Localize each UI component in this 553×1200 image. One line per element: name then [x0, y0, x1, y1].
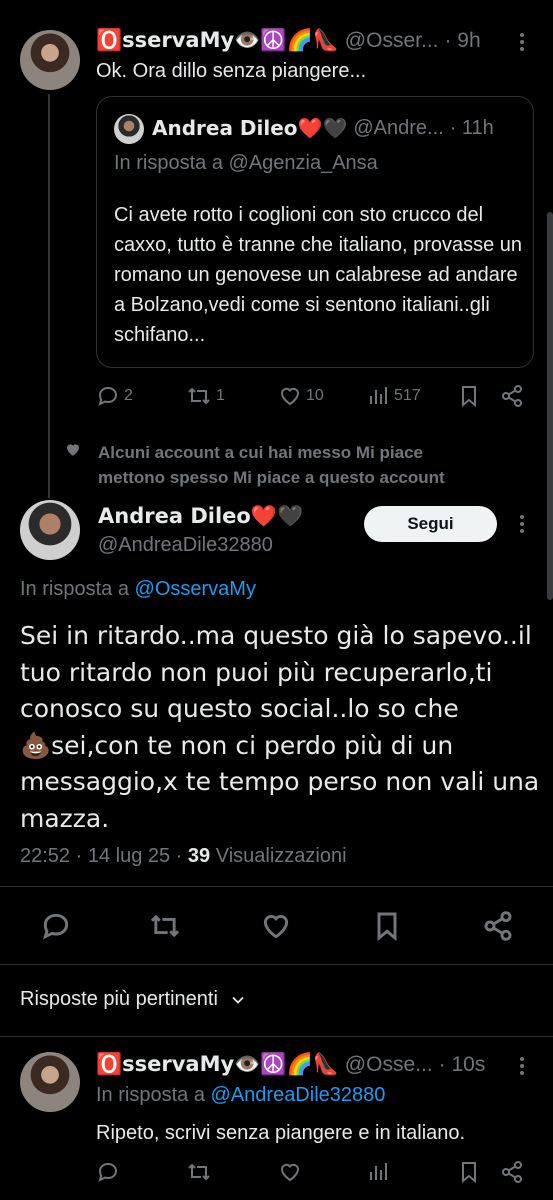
reply-tweet-header: 🅾️sservaMy👁️☮️🌈👠 @Osse... · 10s [96, 1052, 485, 1077]
retweet-icon [150, 914, 180, 938]
bookmark-icon [377, 912, 397, 942]
timestamp[interactable]: · 9h [444, 29, 480, 53]
social-context: Alcuni account a cui hai messo Mi piace … [98, 440, 445, 490]
quoted-tweet-text: Ci avete rotto i coglioni con sto crucco… [114, 204, 523, 346]
retweet-button[interactable] [186, 1160, 212, 1184]
reply-icon [98, 386, 118, 406]
heart-icon [280, 1163, 300, 1182]
quoted-tweet-header: Andrea Dileo❤️🖤 @Andre... · 11h [152, 116, 494, 140]
like-button[interactable] [278, 1160, 302, 1184]
views-count: 39 [187, 845, 211, 867]
text-line: 💩sei,con te non ci perdo più di un [20, 730, 454, 760]
share-button[interactable] [500, 1160, 524, 1184]
main-handle[interactable]: @AndreaDile32880 [98, 534, 273, 557]
thread-line [48, 94, 50, 498]
quoted-display-name: Andrea Dileo❤️🖤 [152, 116, 348, 140]
heart-icon [263, 914, 289, 939]
reply-button[interactable] [40, 910, 72, 942]
reply-icon [42, 913, 69, 940]
parent-tweet-header: 🅾️sservaMy👁️☮️🌈👠 @Osser... · 9h [96, 28, 481, 53]
retweet-icon [188, 387, 210, 405]
text-line: messaggio,x te tempo perso non vali una [20, 767, 540, 796]
heart-icon [64, 440, 82, 458]
quoted-avatar [114, 114, 144, 144]
reply-context: In risposta a @AndreaDile32880 [96, 1084, 385, 1107]
main-display-name[interactable]: Andrea Dileo❤️🖤 [98, 504, 303, 529]
tweet-text: Ok. Ora dillo senza piangere... [96, 60, 367, 82]
share-button[interactable] [482, 910, 514, 942]
timestamp[interactable]: 22:52 · 14 lug 25 · [20, 845, 182, 867]
share-icon [502, 1161, 522, 1183]
share-icon [484, 911, 512, 941]
sort-label: Risposte più pertinenti [20, 988, 218, 1010]
bookmark-button[interactable] [372, 910, 402, 942]
share-icon [502, 385, 522, 407]
text-line: conosco su questo social..lo so che [20, 694, 459, 723]
reply-to-handle[interactable]: @AndreaDile32880 [211, 1084, 386, 1106]
divider [0, 1036, 553, 1037]
bookmark-button[interactable] [458, 384, 480, 408]
text-line: Sei in ritardo..ma questo già lo sapevo.… [20, 621, 532, 650]
reply-to-handle: @Agenzia_Ansa [228, 152, 378, 174]
heart-icon [280, 387, 300, 406]
handle[interactable]: @Osse... [345, 1053, 433, 1077]
main-tweet-text: Sei in ritardo..ma questo già lo sapevo.… [20, 618, 545, 837]
views-button[interactable] [366, 1160, 390, 1184]
text-line: mazza. [20, 803, 110, 833]
more-icon[interactable] [512, 512, 532, 536]
reply-to-prefix: In risposta a [114, 152, 223, 174]
reply-tweet-text: Ripeto, scrivi senza piangere e in itali… [96, 1122, 466, 1144]
reply-to-prefix: In risposta a [20, 578, 129, 600]
retweet-button[interactable] [148, 910, 182, 942]
bookmark-icon [462, 1162, 476, 1184]
scrollbar[interactable] [547, 212, 553, 600]
divider [0, 964, 553, 965]
display-name[interactable]: 🅾️sservaMy👁️☮️🌈👠 [96, 1052, 339, 1077]
reply-avatar[interactable] [20, 1052, 80, 1112]
quoted-reply-context: In risposta a @Agenzia_Ansa [114, 152, 378, 175]
retweet-button[interactable]: 1 [186, 384, 225, 408]
quoted-handle: @Andre... [353, 116, 444, 139]
views-count: 517 [394, 387, 421, 404]
follow-button[interactable]: Segui [364, 506, 497, 542]
views-button[interactable]: 517 [366, 384, 421, 408]
reply-icon [98, 1162, 118, 1182]
like-button[interactable]: 10 [278, 384, 324, 408]
social-context-line: Alcuni account a cui hai messo Mi piace [98, 443, 423, 462]
like-count: 10 [306, 387, 324, 404]
more-icon[interactable] [512, 30, 532, 54]
reply-button[interactable] [96, 1160, 120, 1184]
bookmark-icon [462, 386, 476, 408]
retweet-count: 1 [216, 387, 225, 404]
text-line: tuo ritardo non puoi più recuperarlo,ti [20, 657, 493, 687]
views-icon [370, 387, 387, 404]
like-button[interactable] [260, 910, 292, 942]
handle[interactable]: @Osser... [345, 29, 439, 53]
share-button[interactable] [500, 384, 524, 408]
views-icon [370, 1163, 387, 1180]
reply-button[interactable]: 2 [96, 384, 133, 408]
reply-count: 2 [124, 387, 133, 404]
quoted-timestamp: · 11h [449, 116, 494, 139]
main-avatar[interactable] [20, 500, 80, 560]
timestamp[interactable]: · 10s [439, 1053, 486, 1077]
reply-context: In risposta a @OsservaMy [20, 578, 256, 601]
bookmark-button[interactable] [458, 1160, 480, 1184]
replies-sort-dropdown[interactable]: Risposte più pertinenti [20, 988, 248, 1011]
display-name[interactable]: 🅾️sservaMy👁️☮️🌈👠 [96, 28, 339, 53]
chevron-down-icon [232, 996, 244, 1004]
divider [0, 886, 553, 887]
tweet-meta: 22:52 · 14 lug 25 · 39 Visualizzazioni [20, 845, 347, 868]
reply-to-prefix: In risposta a [96, 1084, 205, 1106]
retweet-icon [188, 1163, 210, 1181]
avatar[interactable] [20, 30, 80, 90]
views-label: Visualizzazioni [215, 845, 347, 867]
reply-to-handle[interactable]: @OsservaMy [135, 578, 256, 600]
more-icon[interactable] [512, 1054, 532, 1078]
social-context-line: mettono spesso Mi piace a questo account [98, 468, 445, 487]
